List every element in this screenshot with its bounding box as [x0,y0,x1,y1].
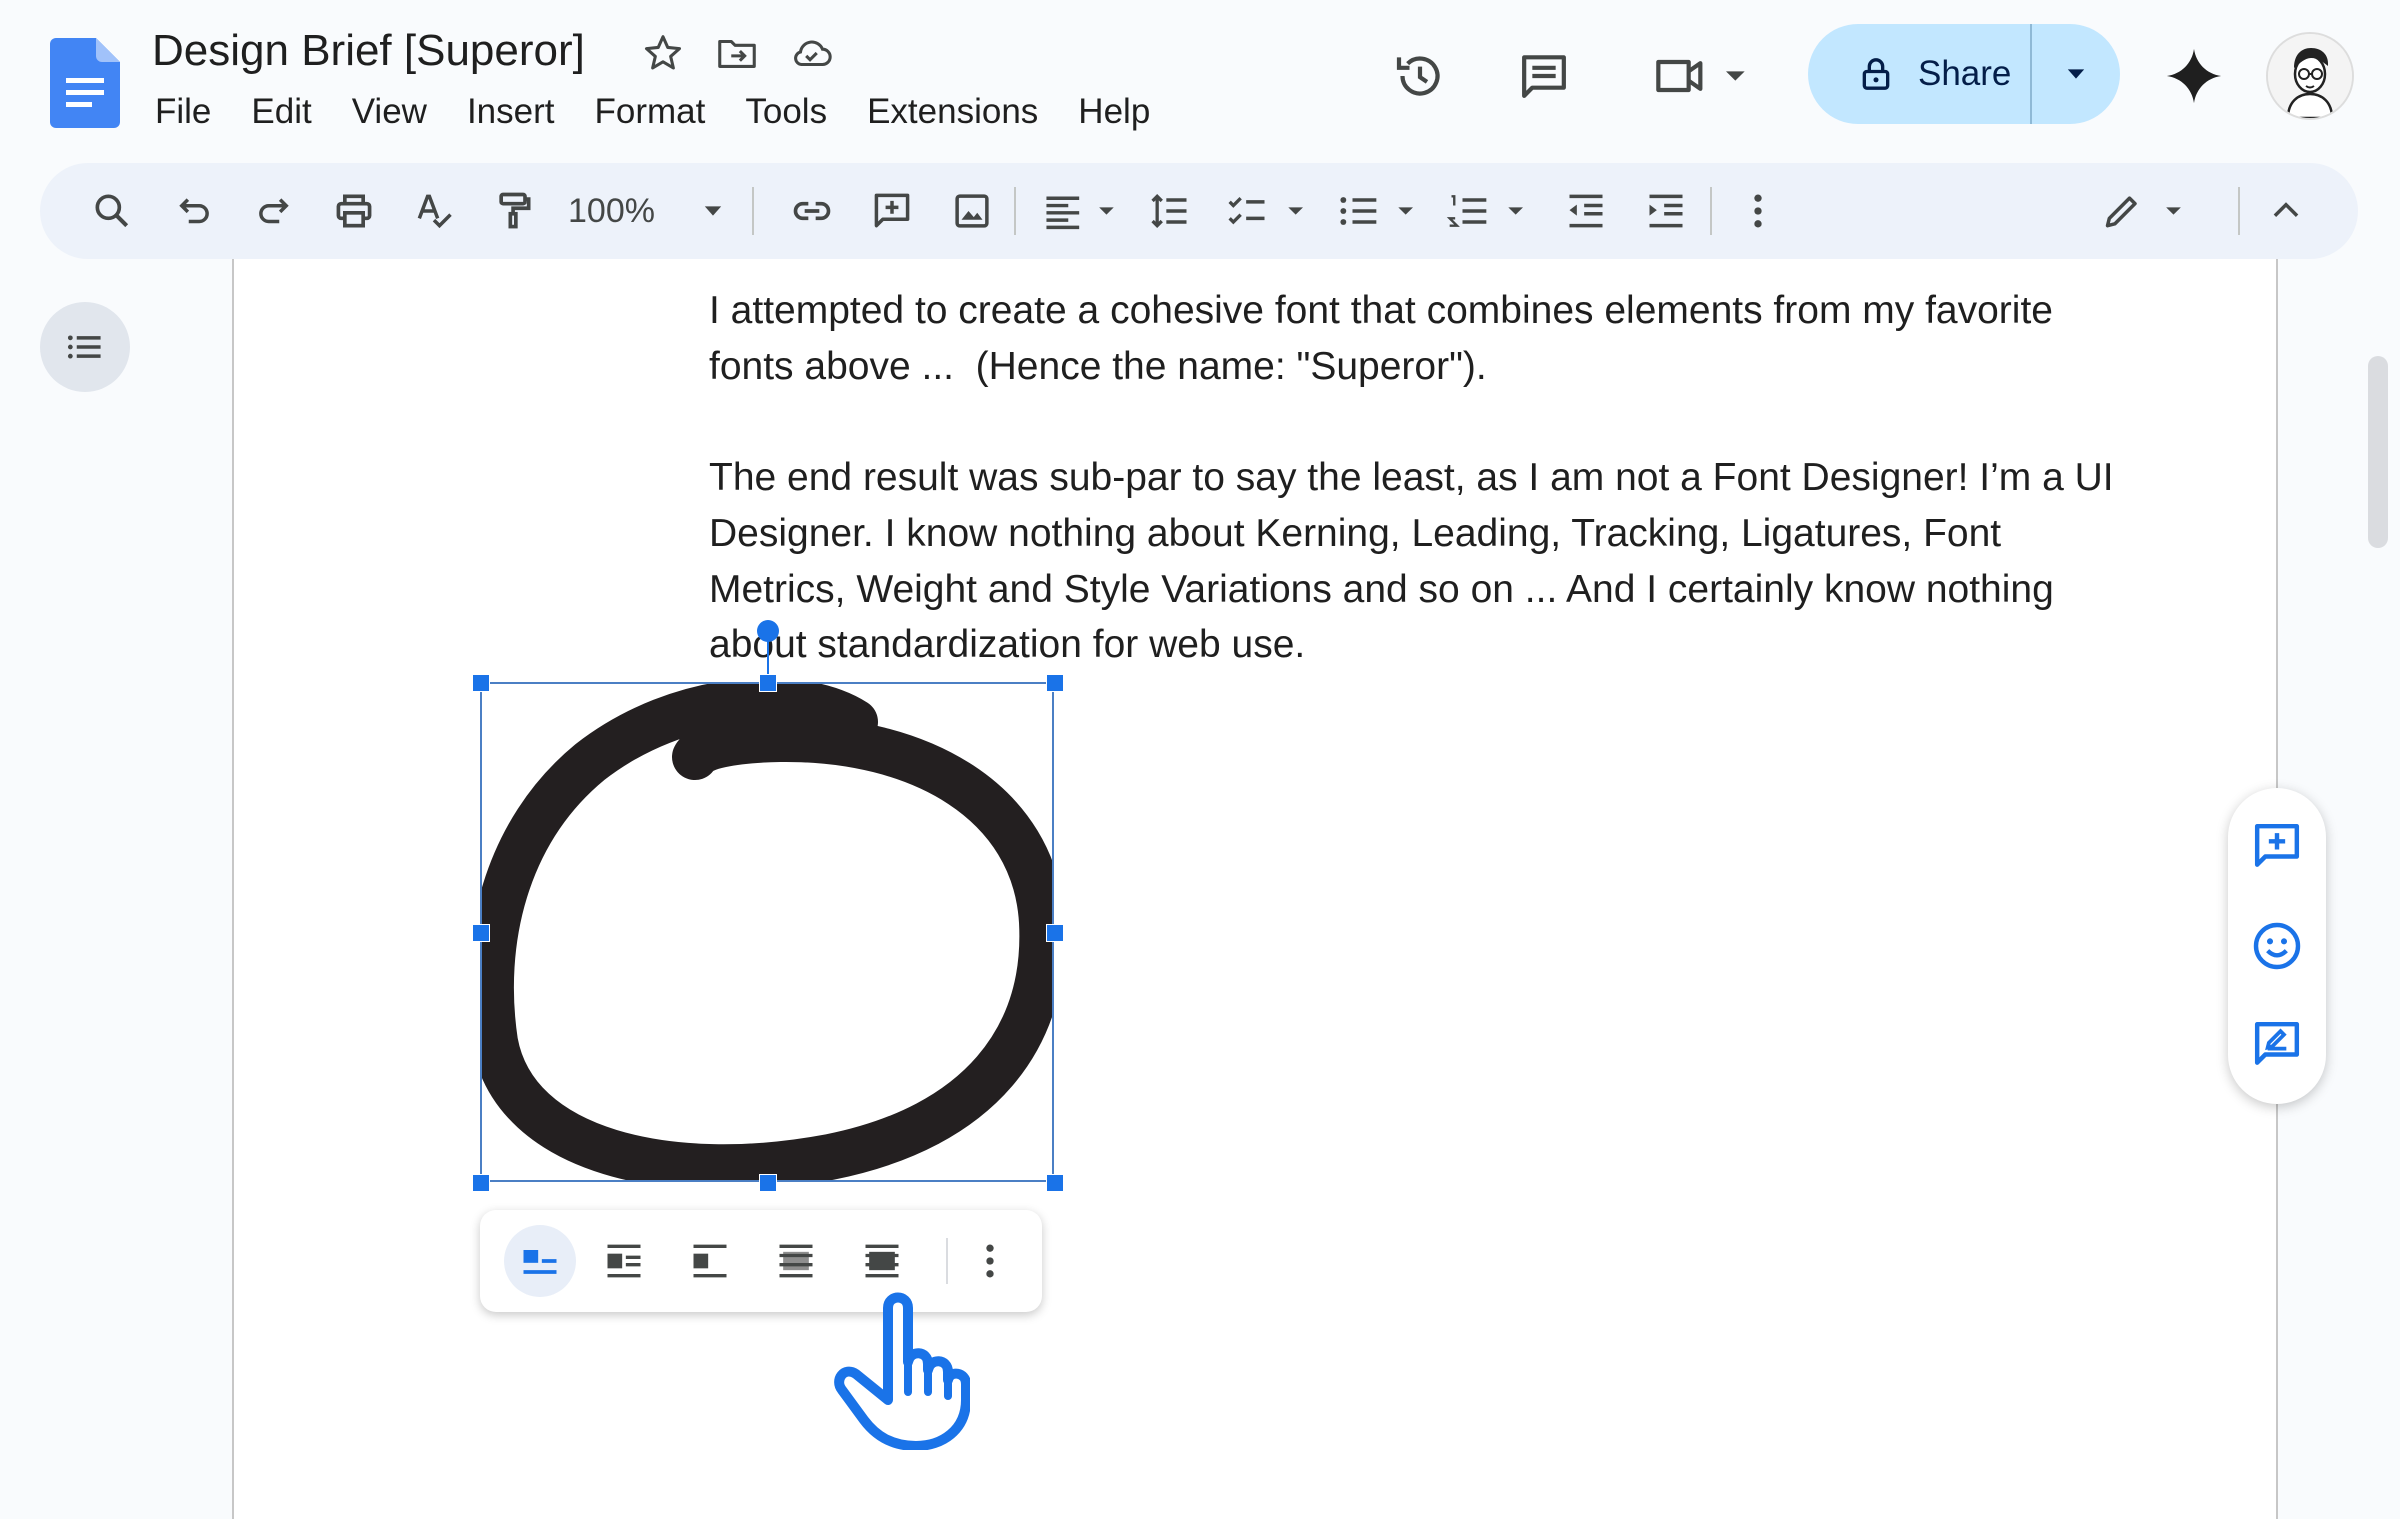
hand-pointer-cursor-icon [834,1292,970,1450]
resize-handle-right[interactable] [1046,924,1064,942]
star-icon[interactable] [640,30,686,76]
menu-help[interactable]: Help [1078,92,1150,132]
options-divider [946,1238,948,1284]
comments-icon[interactable] [1512,44,1576,108]
chevron-down-icon [704,206,722,216]
editing-mode-select[interactable] [2086,163,2206,259]
move-to-folder-icon[interactable] [714,30,760,76]
image-selection-frame [480,682,1054,1182]
lock-icon [1862,58,1890,90]
rotate-handle[interactable] [757,620,779,642]
body-line[interactable]: The end result was sub-par to say the le… [709,450,2114,506]
search-icon[interactable] [80,163,144,259]
in-front-of-text-icon[interactable] [846,1225,918,1297]
menu-extensions[interactable]: Extensions [867,92,1038,132]
numbered-list-select[interactable] [1440,163,1540,259]
chevron-down-icon [2067,69,2085,79]
share-dropdown-button[interactable] [2032,60,2120,88]
spelling-check-icon[interactable] [402,163,466,259]
decrease-indent-icon[interactable] [1554,163,1618,259]
toolbar-divider [752,187,754,235]
menu-edit[interactable]: Edit [251,92,311,132]
resize-handle-top-left[interactable] [472,674,490,692]
resize-handle-top-right[interactable] [1046,674,1064,692]
insert-image-icon[interactable] [940,163,1004,259]
outline-icon [67,335,101,359]
menu-tools[interactable]: Tools [745,92,827,132]
more-toolbar-icon[interactable] [1730,163,1786,259]
docs-logo[interactable] [50,38,120,128]
share-button[interactable]: Share [1808,24,2032,124]
resize-handle-bottom[interactable] [759,1174,777,1192]
menu-file[interactable]: File [155,92,211,132]
share-button-group: Share [1808,24,2120,124]
menu-insert[interactable]: Insert [467,92,555,132]
toolbar-divider [1710,187,1712,235]
main-toolbar: 100% [40,163,2358,259]
add-comment-icon[interactable] [2228,806,2326,886]
line-spacing-icon[interactable] [1138,163,1202,259]
account-avatar[interactable] [2266,32,2354,120]
resize-handle-bottom-right[interactable] [1046,1174,1064,1192]
meet-icon[interactable] [1650,44,1760,108]
undo-icon[interactable] [162,163,226,259]
floating-action-panel [2228,788,2326,1104]
hide-menus-icon[interactable] [2256,163,2316,259]
document-title[interactable]: Design Brief [Superor] [152,26,585,76]
toolbar-divider [1014,187,1016,235]
body-line[interactable]: Designer. I know nothing about Kerning, … [709,506,2001,562]
behind-text-icon[interactable] [760,1225,832,1297]
body-line[interactable]: Metrics, Weight and Style Variations and… [709,562,2054,618]
body-line[interactable]: I attempted to create a cohesive font th… [709,283,2053,339]
checklist-select[interactable] [1220,163,1320,259]
vertical-scrollbar[interactable] [2368,356,2388,548]
body-line[interactable]: about standardization for web use. [709,617,1305,673]
resize-handle-top[interactable] [759,674,777,692]
increase-indent-icon[interactable] [1634,163,1698,259]
paint-format-icon[interactable] [482,163,546,259]
document-outline-button[interactable] [40,302,130,392]
resize-handle-left[interactable] [472,924,490,942]
more-options-icon[interactable] [954,1225,1026,1297]
suggest-edits-icon[interactable] [2228,1004,2326,1084]
menu-view[interactable]: View [352,92,427,132]
resize-handle-bottom-left[interactable] [472,1174,490,1192]
version-history-icon[interactable] [1388,44,1452,108]
zoom-select[interactable]: 100% [568,163,768,259]
menu-bar: File Edit View Insert Format Tools Exten… [155,92,1190,132]
zoom-value: 100% [568,191,655,230]
add-comment-toolbar-icon[interactable] [860,163,924,259]
print-icon[interactable] [322,163,386,259]
redo-icon[interactable] [242,163,306,259]
body-line[interactable]: fonts above ... (Hence the name: "Supero… [709,339,1487,395]
toolbar-divider [2238,187,2240,235]
insert-link-icon[interactable] [780,163,844,259]
cloud-saved-icon[interactable] [788,30,834,76]
wrap-text-icon[interactable] [588,1225,660,1297]
menu-format[interactable]: Format [595,92,706,132]
inline-wrap-icon[interactable] [504,1225,576,1297]
share-label: Share [1918,54,2012,93]
align-select[interactable] [1036,163,1126,259]
emoji-reaction-icon[interactable] [2228,906,2326,986]
break-text-icon[interactable] [674,1225,746,1297]
bulleted-list-select[interactable] [1330,163,1430,259]
gemini-icon[interactable] [2158,40,2230,112]
